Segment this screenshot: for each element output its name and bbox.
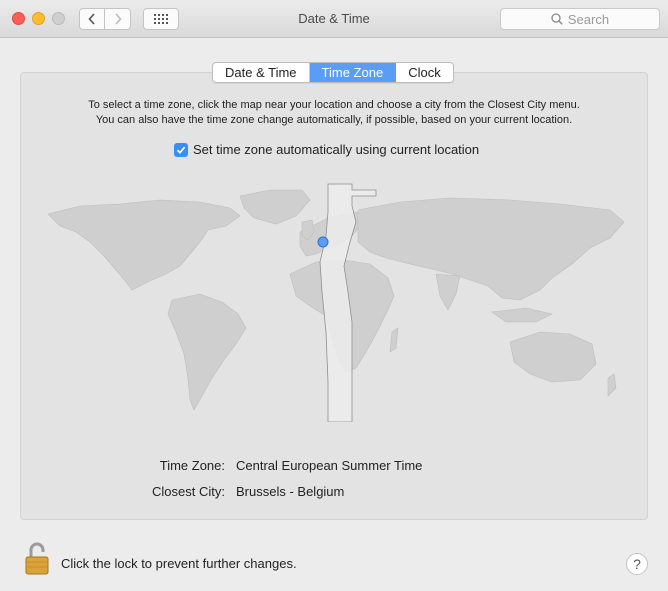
map-greenland [239,189,311,225]
auto-timezone-row[interactable]: Set time zone automatically using curren… [174,142,479,157]
time-zone-label: Time Zone: [159,458,225,473]
world-map[interactable] [40,182,630,422]
map-new-zealand [607,373,617,397]
tab-date-time[interactable]: Date & Time [213,63,310,82]
tab-clock[interactable]: Clock [396,63,453,82]
auto-timezone-checkbox[interactable] [174,142,188,157]
instructions-text: To select a time zone, click the map nea… [20,98,648,128]
instructions-line-1: To select a time zone, click the map nea… [88,99,580,111]
closest-city-label: Closest City: [152,484,225,499]
search-field[interactable]: Search [500,8,660,30]
map-madagascar [389,327,399,353]
map-north-america [47,199,241,291]
instructions-line-2: You can also have the time zone change a… [95,114,573,126]
title-bar: Date & Time Search [0,0,668,38]
map-south-america [167,293,247,411]
lock-icon[interactable] [22,540,52,576]
location-marker-icon [317,236,329,248]
closest-city-value[interactable]: Brussels - Belgium [236,484,344,499]
map-india [435,273,461,311]
search-icon [551,13,563,25]
map-australia [509,331,597,383]
tab-time-zone[interactable]: Time Zone [309,63,397,82]
checkmark-icon [176,146,186,154]
auto-timezone-label: Set time zone automatically using curren… [193,142,480,157]
help-button[interactable]: ? [626,553,648,575]
map-asia [357,197,625,301]
lock-message: Click the lock to prevent further change… [61,556,297,571]
tab-bar: Date & Time Time Zone Clock [212,62,454,83]
map-indonesia [491,307,553,323]
time-zone-value: Central European Summer Time [236,458,423,473]
search-placeholder: Search [567,11,610,27]
